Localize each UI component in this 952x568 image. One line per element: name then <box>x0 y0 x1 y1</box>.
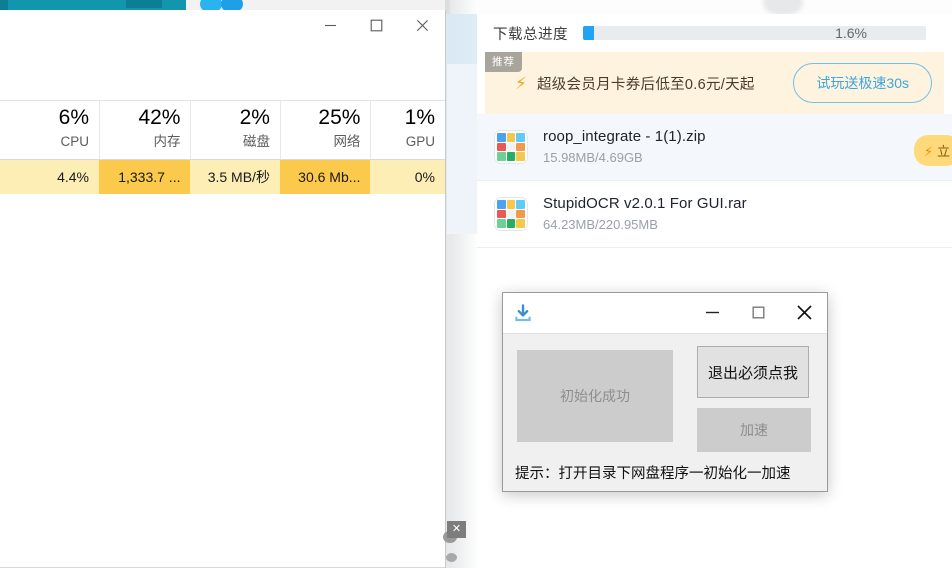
maximize-icon[interactable] <box>353 10 399 40</box>
status-panel: 初始化成功 <box>517 350 673 442</box>
minimize-icon[interactable] <box>307 10 353 40</box>
cell-gpu: 0% <box>370 160 445 194</box>
bolt-icon: ⚡ <box>923 144 933 159</box>
background-blob-lower <box>446 553 457 562</box>
task-manager-process-list[interactable] <box>0 194 445 524</box>
task-manager-window: 6% CPU 42% 内存 2% 磁盘 25% 网络 1% GPU 4.4% 1… <box>0 10 446 568</box>
promo-cta-button[interactable]: 试玩送极速30s <box>793 63 932 103</box>
task-manager-column-headers: 6% CPU 42% 内存 2% 磁盘 25% 网络 1% GPU <box>0 101 445 160</box>
column-header-disk[interactable]: 2% 磁盘 <box>190 101 279 159</box>
archive-file-icon <box>495 131 527 163</box>
cell-disk: 3.5 MB/秒 <box>190 160 280 194</box>
task-manager-process-row[interactable]: 4.4% 1,333.7 ... 3.5 MB/秒 30.6 Mb... 0% <box>0 160 445 194</box>
download-icon <box>513 303 533 323</box>
background-blue-tint <box>447 14 477 64</box>
tool-dialog-titlebar[interactable] <box>503 293 827 334</box>
promo-banner[interactable]: 推荐 ⚡ 超级会员月卡券后低至0.6元/天起 试玩送极速30s <box>485 52 944 114</box>
maximize-icon[interactable] <box>735 293 781 332</box>
column-label: CPU <box>60 134 90 149</box>
file-progress-text: 64.23MB/220.95MB <box>543 217 658 232</box>
mini-close-icon[interactable]: ✕ <box>447 521 466 538</box>
tool-dialog-body: 初始化成功 退出必须点我 加速 <box>503 334 827 454</box>
cell-cpu: 4.4% <box>0 160 100 194</box>
close-icon[interactable] <box>399 10 445 40</box>
total-progress-fill <box>583 26 594 40</box>
file-info: StupidOCR v2.0.1 For GUI.rar 64.23MB/220… <box>543 193 747 235</box>
file-info: roop_integrate - 1(1).zip 15.98MB/4.69GB <box>543 126 706 168</box>
task-manager-tabstrip[interactable] <box>0 60 445 101</box>
column-percent: 25% <box>318 106 361 129</box>
download-file-list: roop_integrate - 1(1).zip 15.98MB/4.69GB… <box>477 114 952 248</box>
total-progress-percent: 1.6% <box>835 25 867 41</box>
column-percent: 1% <box>404 106 436 129</box>
exit-button[interactable]: 退出必须点我 <box>697 346 809 398</box>
accelerate-label: 立 <box>936 144 950 159</box>
file-name: roop_integrate - 1(1).zip <box>543 128 706 145</box>
promo-text: 超级会员月卡券后低至0.6元/天起 <box>536 76 755 93</box>
accelerate-button[interactable]: ⚡ 立 <box>913 135 952 166</box>
cell-network: 30.6 Mb... <box>279 160 371 194</box>
task-manager-titlebar <box>0 10 445 60</box>
task-manager-window-controls <box>307 10 445 40</box>
minimize-icon[interactable] <box>689 293 735 332</box>
tool-dialog-window-controls <box>689 293 827 332</box>
column-header-gpu[interactable]: 1% GPU <box>370 101 445 159</box>
promo-tag: 推荐 <box>485 52 522 72</box>
file-progress-text: 15.98MB/4.69GB <box>543 150 643 165</box>
archive-file-icon <box>495 198 527 230</box>
column-header-memory[interactable]: 42% 内存 <box>99 101 190 159</box>
screen-root: 6% CPU 42% 内存 2% 磁盘 25% 网络 1% GPU 4.4% 1… <box>0 0 952 568</box>
column-percent: 42% <box>138 106 181 129</box>
tool-dialog-window: 初始化成功 退出必须点我 加速 提示：打开目录下网盘程序一初始化一加速 <box>502 292 828 492</box>
total-progress-bar <box>583 26 926 40</box>
table-row[interactable]: roop_integrate - 1(1).zip 15.98MB/4.69GB… <box>477 114 952 181</box>
column-label: GPU <box>405 134 436 149</box>
column-label: 网络 <box>333 134 361 149</box>
cell-memory: 1,333.7 ... <box>99 160 191 194</box>
column-percent: 2% <box>239 106 270 129</box>
column-header-network[interactable]: 25% 网络 <box>279 101 370 159</box>
background-blue-tint-lower <box>447 64 477 234</box>
bolt-icon: ⚡ <box>515 73 527 93</box>
column-label: 内存 <box>153 134 181 149</box>
background-teal-accent-mid <box>126 0 162 8</box>
column-percent: 6% <box>58 106 90 129</box>
total-progress-label: 下载总进度 <box>493 26 568 43</box>
total-progress-row: 下载总进度 1.6% <box>477 14 952 52</box>
accelerate-button: 加速 <box>697 408 811 452</box>
dialog-hint-text: 提示：打开目录下网盘程序一初始化一加速 <box>515 466 791 482</box>
table-row[interactable]: StupidOCR v2.0.1 For GUI.rar 64.23MB/220… <box>477 181 952 248</box>
column-header-cpu[interactable]: 6% CPU <box>0 101 99 159</box>
column-label: 磁盘 <box>242 134 270 149</box>
file-name: StupidOCR v2.0.1 For GUI.rar <box>543 195 747 212</box>
close-icon[interactable] <box>781 293 827 332</box>
